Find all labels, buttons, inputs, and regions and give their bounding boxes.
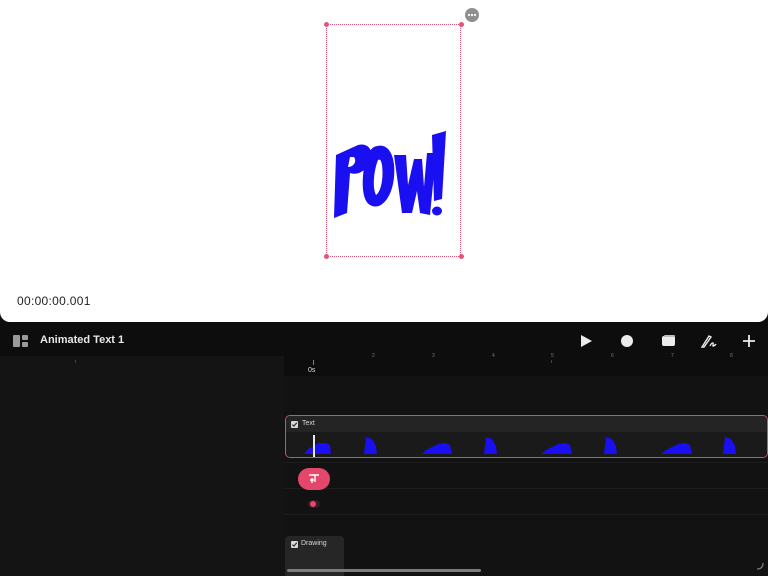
- camera-icon[interactable]: [659, 332, 679, 350]
- track-visibility-checkbox[interactable]: [291, 541, 298, 548]
- track-label: Drawing: [301, 540, 327, 547]
- playhead-marker[interactable]: [313, 360, 314, 365]
- row-divider: [284, 488, 768, 489]
- ruler-label: 2: [372, 353, 375, 359]
- handle-bottom-right[interactable]: [459, 254, 464, 259]
- timecode-display: 00:00:00.001: [17, 294, 91, 308]
- track-label: Text: [302, 420, 315, 427]
- playhead-time-label: 0s: [308, 367, 316, 374]
- resize-handle-icon[interactable]: [755, 561, 765, 571]
- handle-bottom-left[interactable]: [324, 254, 329, 259]
- timeline-scrollbar[interactable]: [287, 569, 481, 572]
- pow-artwork[interactable]: [330, 125, 450, 225]
- ruler-label: 4: [492, 353, 495, 359]
- record-icon[interactable]: [617, 332, 637, 350]
- add-keyframe-button[interactable]: [298, 468, 330, 490]
- track-area[interactable]: [284, 376, 768, 576]
- plus-icon[interactable]: [739, 332, 759, 350]
- ruler-label: 5: [551, 353, 554, 359]
- record-dot-icon: [310, 501, 316, 507]
- timeline-ruler[interactable]: 2 3 4 5 6 7 8: [0, 352, 768, 376]
- ruler-label: 6: [611, 353, 614, 359]
- ruler-tick: [75, 360, 76, 363]
- pen-icon[interactable]: [699, 332, 719, 350]
- layers-panel: [0, 356, 284, 576]
- ruler-label: 3: [432, 353, 435, 359]
- row-divider: [284, 514, 768, 515]
- play-icon[interactable]: [576, 332, 596, 350]
- handle-top-right[interactable]: [459, 22, 464, 27]
- text-track[interactable]: Text: [285, 415, 768, 458]
- track-visibility-checkbox[interactable]: [291, 421, 298, 428]
- layers-icon[interactable]: [13, 335, 29, 347]
- more-options-icon[interactable]: [465, 8, 479, 22]
- handle-top-left[interactable]: [324, 22, 329, 27]
- ruler-tick: [551, 360, 552, 363]
- track-header: Text: [286, 416, 767, 432]
- track-thumbnails: [286, 432, 767, 457]
- playhead-line[interactable]: [313, 435, 315, 457]
- ruler-label: 7: [671, 353, 674, 359]
- row-divider: [284, 462, 768, 463]
- ruler-label: 8: [730, 353, 733, 359]
- document-title[interactable]: Animated Text 1: [40, 334, 124, 346]
- canvas-area[interactable]: 00:00:00.001: [0, 0, 768, 322]
